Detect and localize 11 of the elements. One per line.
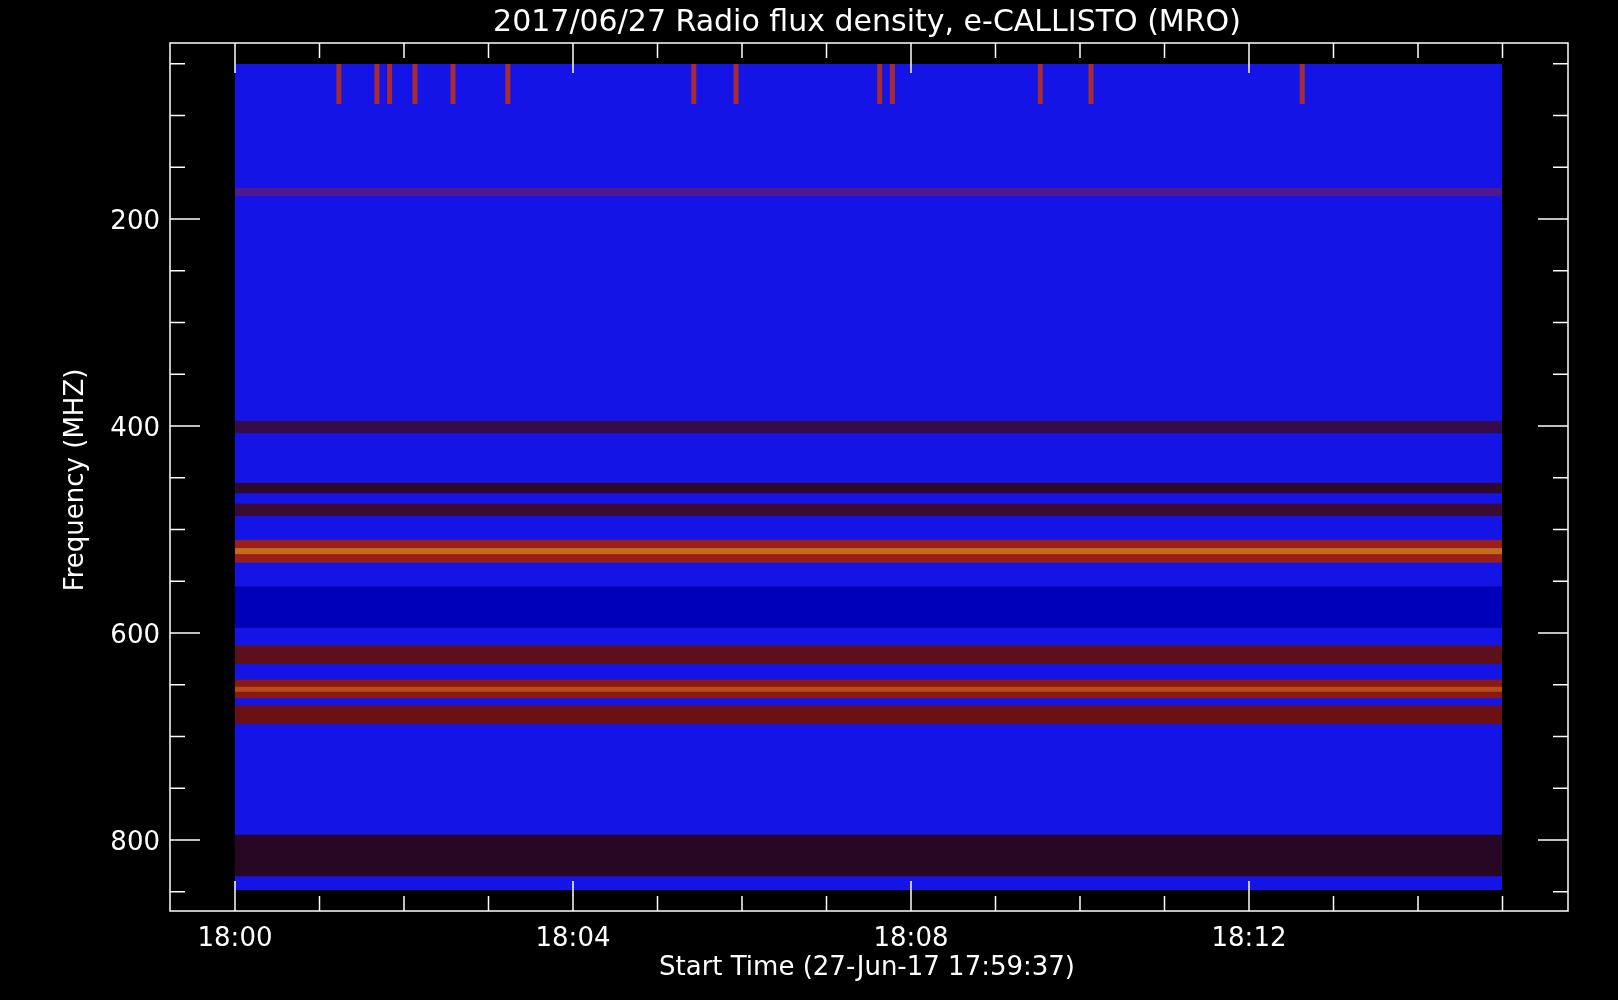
plot-title: 2017/06/27 Radio flux density, e-CALLISTO (MRO) — [493, 3, 1241, 38]
y-tick-label: 200 — [110, 205, 160, 235]
y-tick-label: 800 — [110, 826, 160, 856]
y-tick-label: 400 — [110, 412, 160, 442]
x-axis-label: Start Time (27-Jun-17 17:59:37) — [659, 951, 1075, 981]
x-tick-label: 18:08 — [873, 922, 949, 952]
x-tick-label: 18:00 — [197, 922, 273, 952]
x-tick-label: 18:12 — [1211, 922, 1287, 952]
y-tick-label: 600 — [110, 619, 160, 649]
x-tick-label: 18:04 — [535, 922, 611, 952]
y-axis-label: Frequency (MHZ) — [59, 368, 89, 592]
